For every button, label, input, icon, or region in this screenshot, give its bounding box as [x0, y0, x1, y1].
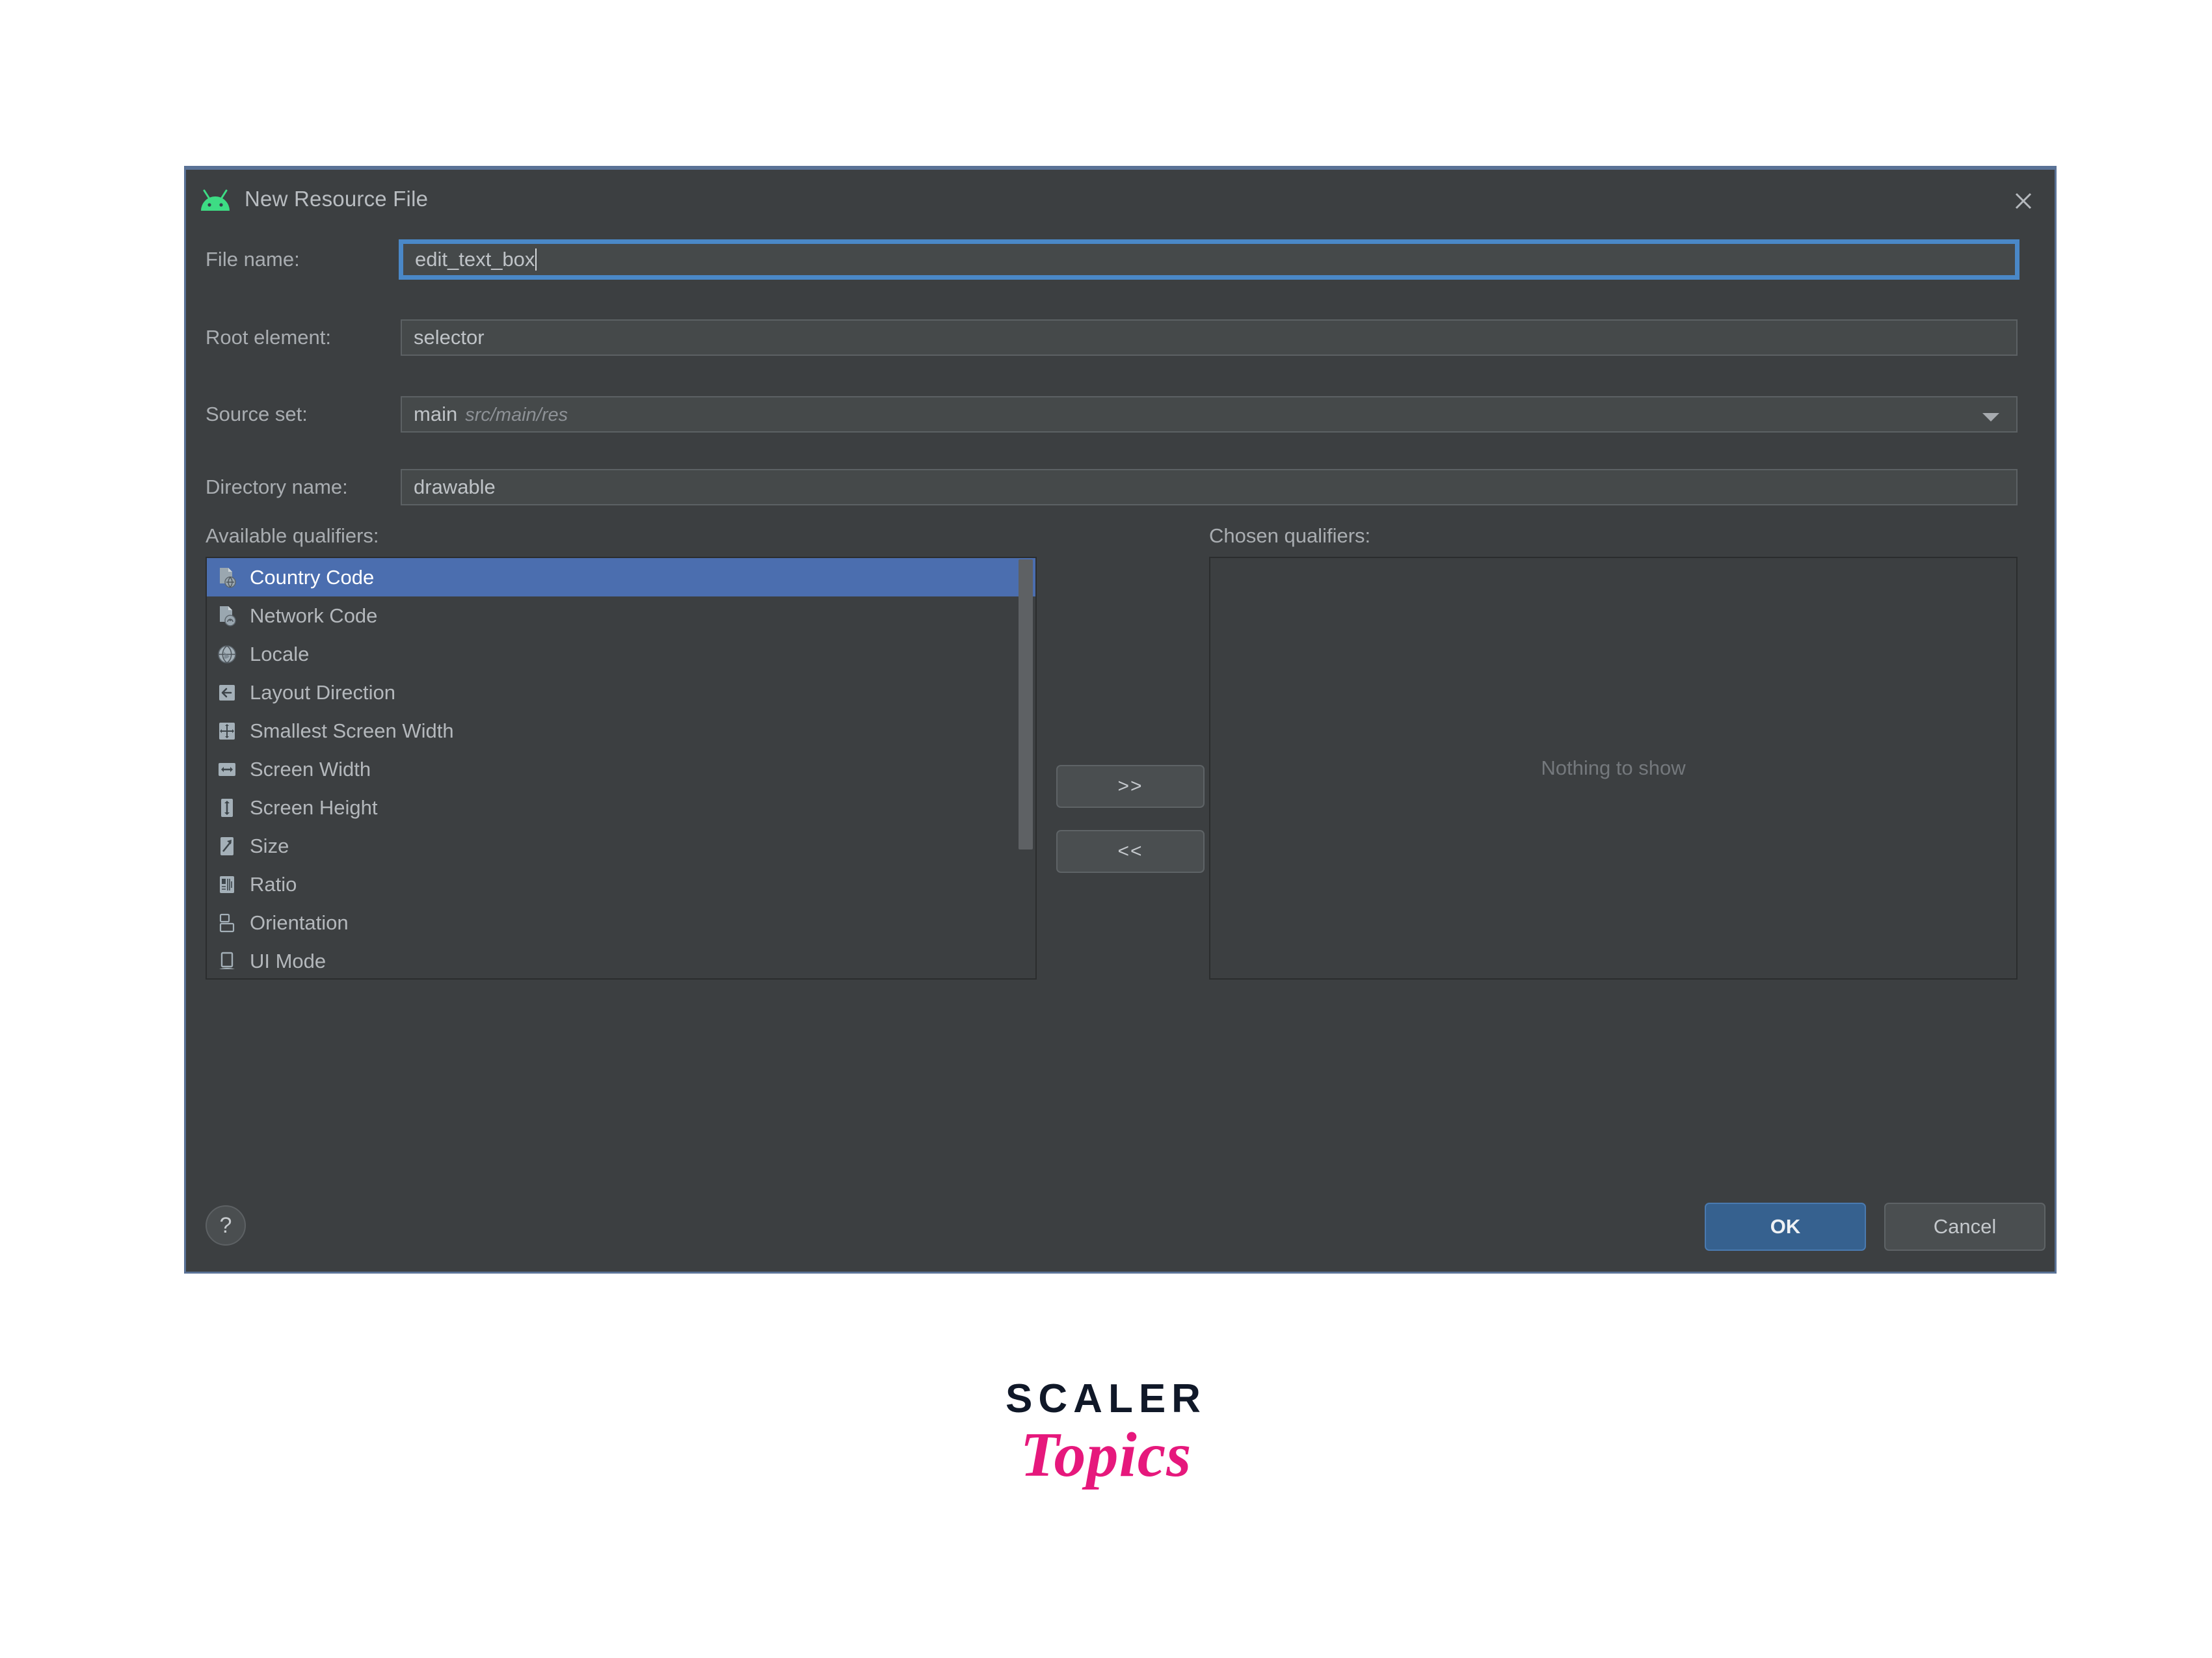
list-item[interactable]: Screen Width	[207, 750, 1035, 788]
list-item-label: UI Mode	[250, 950, 326, 973]
ui-mode-icon	[215, 950, 239, 973]
list-item[interactable]: Smallest Screen Width	[207, 712, 1035, 750]
resize-all-icon	[215, 719, 239, 743]
list-item[interactable]: Size	[207, 827, 1035, 865]
list-item-label: Layout Direction	[250, 681, 395, 704]
list-scrollbar[interactable]	[1016, 559, 1034, 977]
list-item[interactable]: Country Code	[207, 558, 1035, 596]
scrollbar-thumb[interactable]	[1019, 559, 1033, 849]
chosen-qualifiers-list[interactable]: Nothing to show	[1209, 557, 2018, 980]
form-row-root-element: Root element: selector	[186, 319, 2055, 356]
chevron-down-icon[interactable]	[1982, 413, 1999, 421]
android-robot-icon	[198, 189, 232, 215]
list-item[interactable]: Orientation	[207, 903, 1035, 942]
list-item-label: Screen Height	[250, 796, 377, 820]
list-item[interactable]: Layout Direction	[207, 673, 1035, 712]
root-element-input[interactable]: selector	[401, 319, 2018, 356]
list-item-label: Network Code	[250, 604, 377, 628]
network-code-icon	[215, 604, 239, 628]
scaler-topics-watermark: SCALER Topics	[0, 1379, 2212, 1487]
list-item[interactable]: Locale	[207, 635, 1035, 673]
source-set-value: main	[414, 403, 457, 425]
ratio-icon	[215, 873, 239, 896]
list-item[interactable]: Screen Height	[207, 788, 1035, 827]
dialog-titlebar: New Resource File	[186, 170, 2055, 234]
arrow-vertical-icon	[215, 796, 239, 820]
list-item-label: Locale	[250, 643, 309, 666]
root-element-label: Root element:	[206, 319, 331, 356]
text-caret	[535, 248, 537, 271]
list-item-label: Orientation	[250, 911, 349, 935]
empty-state-text: Nothing to show	[1541, 756, 1685, 780]
remove-qualifier-button[interactable]: <<	[1056, 830, 1205, 873]
list-item-label: Smallest Screen Width	[250, 719, 454, 743]
list-item-label: Screen Width	[250, 758, 371, 781]
new-resource-file-dialog: New Resource File File name: edit_text_b…	[184, 168, 2057, 1274]
cancel-button[interactable]: Cancel	[1884, 1203, 2045, 1251]
country-code-icon	[215, 566, 239, 589]
source-set-label: Source set:	[206, 396, 308, 433]
file-name-value: edit_text_box	[415, 248, 535, 271]
arrow-horizontal-icon	[215, 758, 239, 781]
help-icon[interactable]: ?	[206, 1205, 246, 1246]
file-name-input[interactable]: edit_text_box	[401, 241, 2018, 278]
file-name-label: File name:	[206, 241, 300, 278]
orientation-icon	[215, 911, 239, 935]
close-icon[interactable]	[2003, 180, 2044, 222]
globe-icon	[215, 643, 239, 666]
dialog-footer: ? OK Cancel	[186, 1194, 2055, 1272]
brand-sub: Topics	[0, 1423, 2212, 1487]
directory-name-value: drawable	[414, 475, 496, 498]
root-element-value: selector	[414, 326, 485, 349]
brand-name: SCALER	[0, 1379, 2212, 1419]
add-qualifier-button[interactable]: >>	[1056, 765, 1205, 808]
source-set-combobox[interactable]: main src/main/res	[401, 396, 2018, 433]
list-item[interactable]: Network Code	[207, 596, 1035, 635]
directory-name-input[interactable]: drawable	[401, 469, 2018, 505]
form-row-file-name: File name: edit_text_box	[186, 241, 2055, 278]
list-item-label: Ratio	[250, 873, 297, 896]
list-item[interactable]: UI Mode	[207, 942, 1035, 980]
arrow-left-icon	[215, 681, 239, 704]
form-row-directory-name: Directory name: drawable	[186, 469, 2055, 505]
available-qualifiers-list[interactable]: Country Code Network Code Locale	[206, 557, 1037, 980]
source-set-path: src/main/res	[465, 405, 568, 425]
directory-name-label: Directory name:	[206, 469, 348, 505]
available-qualifiers-label: Available qualifiers:	[206, 524, 379, 548]
list-item[interactable]: Ratio	[207, 865, 1035, 903]
diagonal-arrow-icon	[215, 835, 239, 858]
chosen-qualifiers-label: Chosen qualifiers:	[1209, 524, 1370, 548]
ok-button[interactable]: OK	[1705, 1203, 1866, 1251]
list-item-label: Size	[250, 835, 289, 858]
page-title: New Resource File	[245, 187, 428, 211]
list-item-label: Country Code	[250, 566, 374, 589]
form-row-source-set: Source set: main src/main/res	[186, 396, 2055, 433]
